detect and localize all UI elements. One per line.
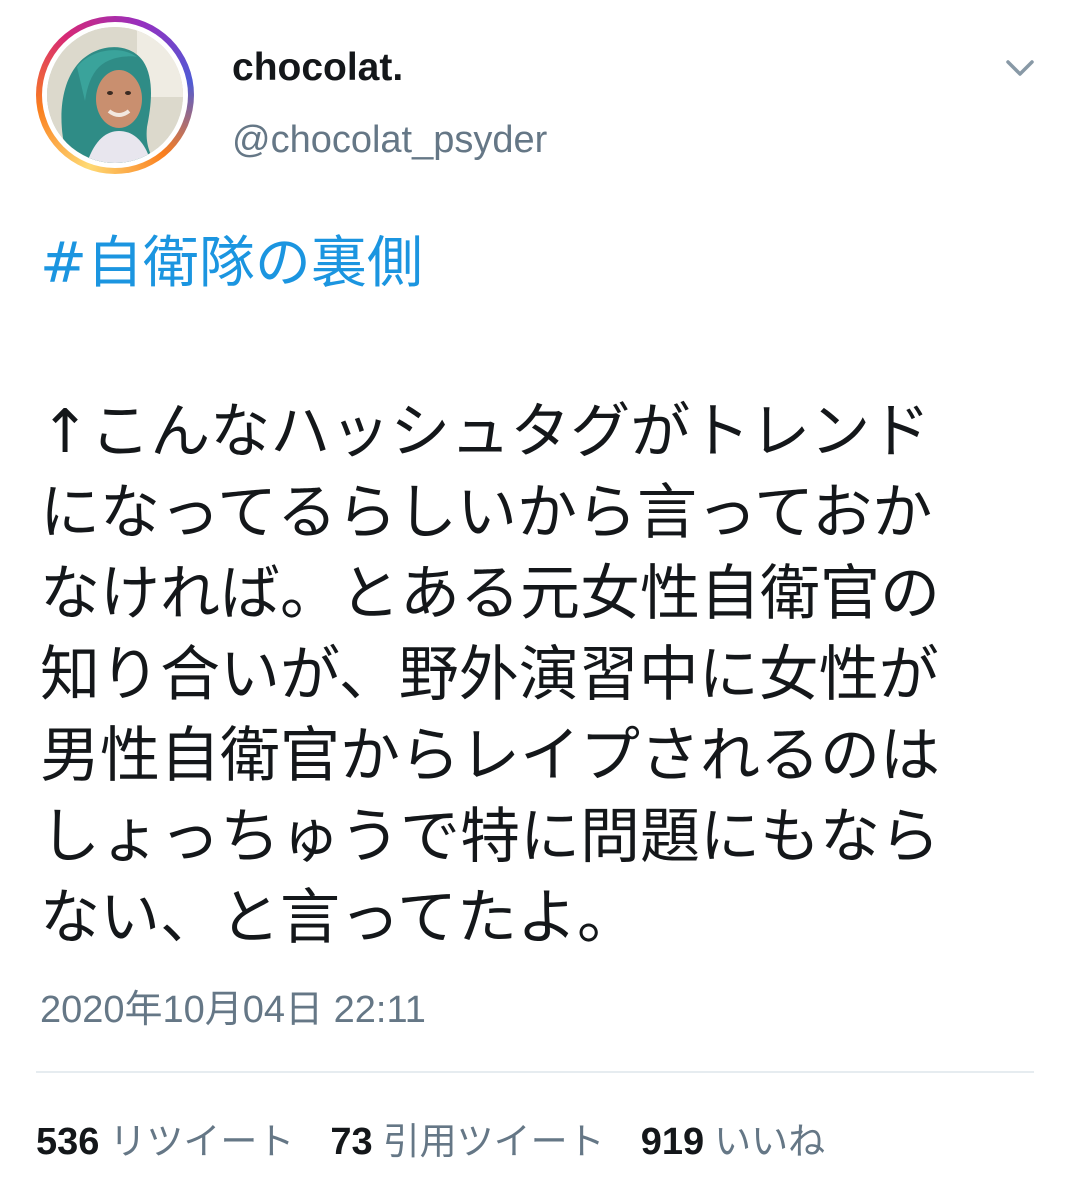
quotes-count: 73 xyxy=(330,1121,373,1163)
chevron-down-icon[interactable] xyxy=(1000,48,1040,88)
tweet-timestamp[interactable]: 2020年10月04日 22:11 xyxy=(40,986,426,1034)
likes-count: 919 xyxy=(640,1121,705,1163)
tweet-text-line: 知り合いが、野外演習中に女性が xyxy=(40,640,939,710)
tweet-stats: 536 リツイート 73 引用ツイート 919 いいね xyxy=(36,1112,861,1164)
author-handle[interactable]: @chocolat_psyder xyxy=(232,116,547,164)
likes-label: いいね xyxy=(714,1120,826,1163)
hashtag-link[interactable]: #自衛隊の裏側 xyxy=(40,226,423,302)
retweets-label: リツイート xyxy=(109,1120,295,1163)
avatar-image xyxy=(47,27,183,163)
tweet-text-line: ない、と言ってたよ。 xyxy=(40,883,637,953)
tweet-text: ↑こんなハッシュタグがトレンド になってるらしいから言っておか なければ。とある… xyxy=(40,392,1040,959)
tweet-text-line: ↑こんなハッシュタグがトレンド xyxy=(40,397,931,467)
tweet-card: chocolat. @chocolat_psyder #自衛隊の裏側 ↑こんなハ… xyxy=(0,0,1069,1200)
tweet-text-line: 男性自衛官からレイプされるのは xyxy=(40,721,940,791)
tweet-text-line: なければ。とある元女性自衛官の xyxy=(40,559,940,629)
likes-stat[interactable]: 919 いいね xyxy=(641,1111,825,1165)
quotes-label: 引用ツイート xyxy=(382,1120,605,1163)
quotes-stat[interactable]: 73 引用ツイート xyxy=(330,1111,604,1165)
divider xyxy=(36,1071,1034,1073)
author-display-name[interactable]: chocolat. xyxy=(232,44,403,92)
retweets-stat[interactable]: 536 リツイート xyxy=(36,1111,294,1165)
avatar[interactable] xyxy=(36,16,194,174)
retweets-count: 536 xyxy=(36,1121,100,1163)
tweet-text-line: しょっちゅうで特に問題にもなら xyxy=(40,802,940,872)
tweet-text-line: になってるらしいから言っておか xyxy=(40,478,933,548)
